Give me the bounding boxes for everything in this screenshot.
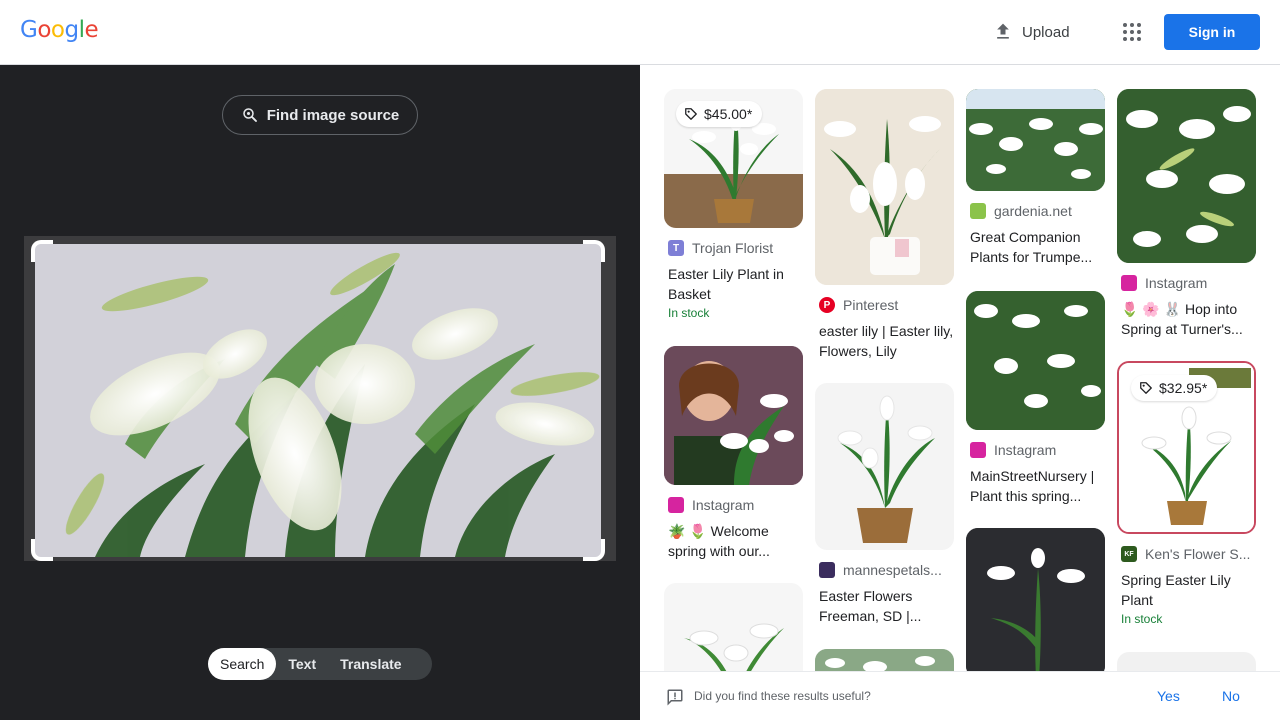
result-thumbnail[interactable]	[815, 89, 954, 285]
result-card[interactable]: mannespetals... Easter Flowers Freeman, …	[815, 383, 954, 626]
google-apps-icon[interactable]	[1120, 20, 1144, 44]
result-source: P Pinterest	[815, 297, 954, 313]
result-thumbnail[interactable]	[966, 89, 1105, 191]
crop-handle-top-right[interactable]	[583, 240, 605, 262]
result-title[interactable]: MainStreetNursery | Plant this spring...	[966, 466, 1105, 506]
result-card[interactable]: Instagram 🌷 🌸 🐰 Hop into Spring at Turne…	[1117, 89, 1256, 339]
result-card[interactable]: $45.00* T Trojan Florist Easter Lily Pla…	[664, 89, 803, 320]
sign-in-button[interactable]: Sign in	[1164, 14, 1260, 50]
instagram-icon	[970, 442, 986, 458]
result-card[interactable]	[664, 583, 803, 671]
result-thumbnail[interactable]	[966, 291, 1105, 430]
feedback-question: Did you find these results useful?	[694, 689, 871, 703]
pinterest-icon: P	[819, 297, 835, 313]
upload-icon	[997, 23, 1009, 39]
google-logo[interactable]: Google	[20, 17, 99, 43]
result-title[interactable]: Easter Lily Plant in Basket	[664, 264, 803, 304]
crop-handle-bottom-left[interactable]	[31, 539, 53, 561]
tab-search[interactable]: Search	[208, 648, 277, 680]
source-favicon-icon: KF	[1121, 546, 1137, 562]
find-image-source-button[interactable]: Find image source	[222, 95, 418, 135]
price-tag: $32.95*	[1131, 375, 1218, 401]
result-source: Instagram	[664, 497, 803, 513]
result-title[interactable]: Great Companion Plants for Trumpe...	[966, 227, 1105, 267]
upload-label: Upload	[1022, 23, 1070, 41]
query-image-panel: Find image source Search Text Translate	[0, 65, 640, 720]
feedback-no-button[interactable]: No	[1222, 688, 1240, 704]
query-image-frame	[24, 236, 616, 561]
result-thumbnail[interactable]: $45.00*	[664, 89, 803, 228]
source-favicon-icon: T	[668, 240, 684, 256]
tab-translate[interactable]: Translate	[328, 648, 413, 680]
result-thumbnail[interactable]	[1117, 652, 1256, 671]
price-tag-icon	[1140, 382, 1152, 394]
price-tag-icon	[685, 108, 697, 120]
result-source: mannespetals...	[815, 562, 954, 578]
result-source: gardenia.net	[966, 203, 1105, 219]
result-source: T Trojan Florist	[664, 240, 803, 256]
result-thumbnail[interactable]	[815, 649, 954, 671]
result-card[interactable]	[815, 649, 954, 671]
lens-search-icon	[242, 108, 257, 122]
upload-button[interactable]: Upload	[993, 18, 1070, 46]
feedback-yes-button[interactable]: Yes	[1157, 688, 1180, 704]
feedback-bar: Did you find these results useful? Yes N…	[640, 671, 1280, 720]
price-tag: $45.00*	[676, 101, 763, 127]
result-card[interactable]: gardenia.net Great Companion Plants for …	[966, 89, 1105, 267]
crop-handle-top-left[interactable]	[31, 240, 53, 262]
result-thumbnail[interactable]	[815, 383, 954, 550]
crop-handle-bottom-right[interactable]	[583, 539, 605, 561]
result-thumbnail[interactable]: $32.95*	[1117, 361, 1256, 534]
result-card[interactable]	[1117, 652, 1256, 671]
lens-mode-tabs: Search Text Translate	[208, 648, 432, 680]
find-image-source-label: Find image source	[266, 106, 400, 124]
tab-text[interactable]: Text	[276, 648, 328, 680]
result-card[interactable]: $32.95* KF Ken's Flower S... Spring East…	[1117, 361, 1256, 626]
price-value: $45.00*	[704, 106, 753, 122]
stock-status: In stock	[668, 306, 710, 320]
result-thumbnail[interactable]	[664, 583, 803, 671]
result-title[interactable]: 🪴 🌷 Welcome spring with our...	[664, 521, 803, 561]
result-title[interactable]: Easter Flowers Freeman, SD |...	[815, 586, 954, 626]
result-title[interactable]: Spring Easter Lily Plant	[1117, 570, 1256, 610]
visual-matches-grid: $45.00* T Trojan Florist Easter Lily Pla…	[640, 65, 1280, 671]
instagram-icon	[668, 497, 684, 513]
result-title[interactable]: 🌷 🌸 🐰 Hop into Spring at Turner's...	[1117, 299, 1256, 339]
result-card[interactable]	[966, 528, 1105, 671]
stock-status: In stock	[1121, 612, 1163, 626]
result-card[interactable]: Instagram MainStreetNursery | Plant this…	[966, 291, 1105, 506]
result-card[interactable]: Instagram 🪴 🌷 Welcome spring with our...	[664, 346, 803, 561]
result-card[interactable]: P Pinterest easter lily | Easter lily, F…	[815, 89, 954, 361]
result-source: KF Ken's Flower S...	[1117, 546, 1256, 562]
result-title[interactable]: easter lily | Easter lily, Flowers, Lily	[815, 321, 954, 361]
price-value: $32.95*	[1159, 380, 1208, 396]
source-favicon-icon	[970, 203, 986, 219]
result-source: Instagram	[1117, 275, 1256, 291]
top-header: Google Upload Sign in	[0, 0, 1280, 65]
result-thumbnail[interactable]	[664, 346, 803, 485]
instagram-icon	[1121, 275, 1137, 291]
result-thumbnail[interactable]	[1117, 89, 1256, 263]
feedback-icon	[667, 689, 683, 706]
result-thumbnail[interactable]	[966, 528, 1105, 671]
query-image	[35, 244, 601, 557]
source-favicon-icon	[819, 562, 835, 578]
result-source: Instagram	[966, 442, 1105, 458]
